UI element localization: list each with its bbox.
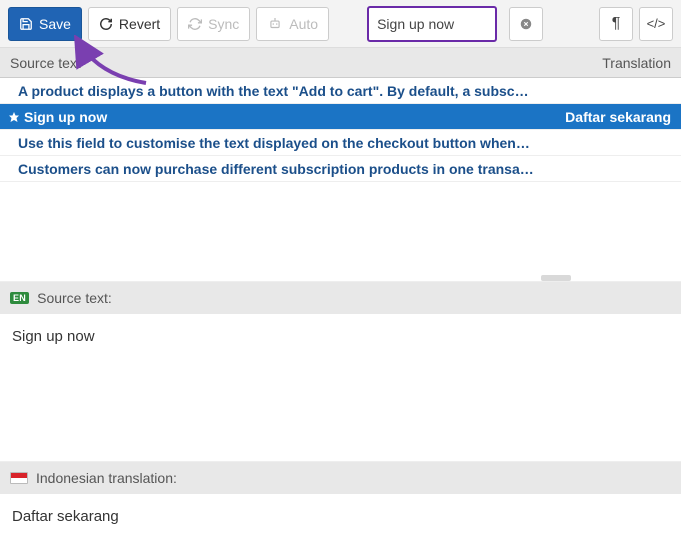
- source-panel-label: Source text:: [37, 290, 112, 306]
- robot-icon: [267, 17, 283, 31]
- translation-text-value: Daftar sekarang: [12, 508, 119, 525]
- sync-label: Sync: [208, 16, 239, 32]
- row-source: Sign up now: [24, 109, 565, 125]
- column-source: Source text: [10, 55, 602, 71]
- row-source: Use this field to customise the text dis…: [18, 135, 671, 151]
- string-list: A product displays a button with the tex…: [0, 78, 681, 282]
- search-wrap: [367, 6, 497, 42]
- code-icon: </>: [647, 16, 666, 31]
- save-icon: [19, 17, 33, 31]
- pilcrow-icon: ¶: [612, 15, 621, 33]
- list-empty-area: [0, 182, 681, 282]
- sync-icon: [188, 17, 202, 31]
- revert-button[interactable]: Revert: [88, 7, 171, 41]
- translation-panel-body[interactable]: Daftar sekarang: [0, 494, 681, 544]
- pilcrow-button[interactable]: ¶: [599, 7, 633, 41]
- row-source: Customers can now purchase different sub…: [18, 161, 671, 177]
- row-source: A product displays a button with the tex…: [18, 83, 671, 99]
- flag-icon: [10, 472, 28, 484]
- lang-badge-en: EN: [10, 292, 29, 304]
- auto-label: Auto: [289, 16, 318, 32]
- resize-handle[interactable]: [541, 275, 571, 281]
- list-item[interactable]: Use this field to customise the text dis…: [0, 130, 681, 156]
- source-panel-body: Sign up now: [0, 314, 681, 462]
- translation-panel-label: Indonesian translation:: [36, 470, 177, 486]
- code-button[interactable]: </>: [639, 7, 673, 41]
- sync-button[interactable]: Sync: [177, 7, 250, 41]
- clear-icon: [519, 17, 533, 31]
- revert-icon: [99, 17, 113, 31]
- star-icon: [8, 111, 20, 123]
- row-translation: Daftar sekarang: [565, 109, 671, 125]
- translation-panel-header: Indonesian translation:: [0, 462, 681, 494]
- list-item[interactable]: Customers can now purchase different sub…: [0, 156, 681, 182]
- column-translation: Translation: [602, 55, 671, 71]
- revert-label: Revert: [119, 16, 160, 32]
- save-button[interactable]: Save: [8, 7, 82, 41]
- source-text-value: Sign up now: [12, 328, 95, 345]
- column-headers: Source text Translation: [0, 48, 681, 78]
- list-item-selected[interactable]: Sign up now Daftar sekarang: [0, 104, 681, 130]
- source-panel-header: EN Source text:: [0, 282, 681, 314]
- toolbar: Save Revert Sync Auto ¶ </>: [0, 0, 681, 48]
- search-input[interactable]: [377, 16, 487, 32]
- clear-search-button[interactable]: [509, 7, 543, 41]
- list-item[interactable]: A product displays a button with the tex…: [0, 78, 681, 104]
- auto-button[interactable]: Auto: [256, 7, 329, 41]
- save-label: Save: [39, 16, 71, 32]
